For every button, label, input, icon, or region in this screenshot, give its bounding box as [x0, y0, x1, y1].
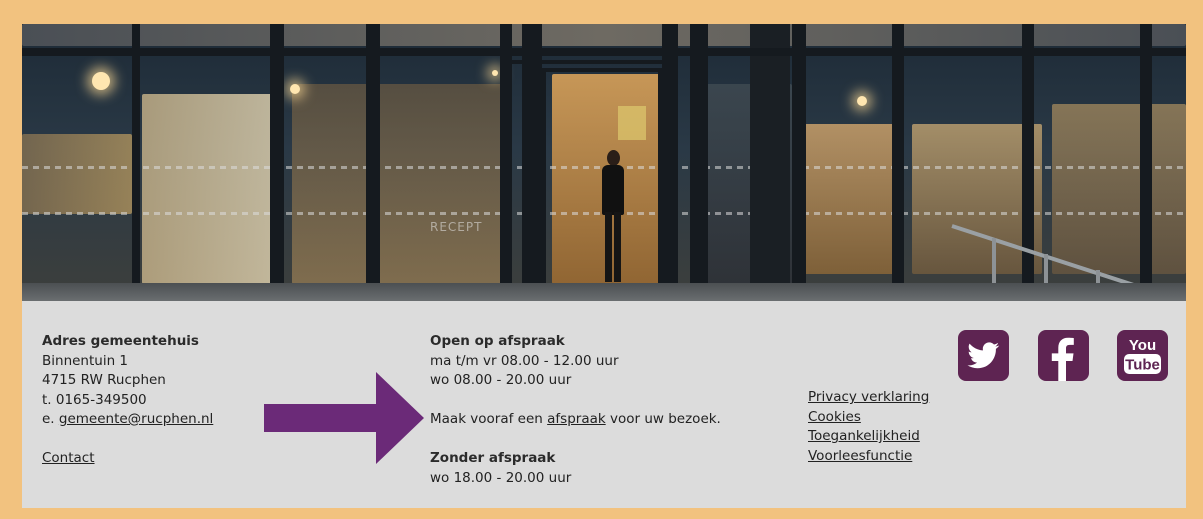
appointment-note: Maak vooraf een afspraak voor uw bezoek. [430, 410, 721, 430]
address-phone: t. 0165-349500 [42, 391, 147, 408]
appointment-link[interactable]: afspraak [547, 411, 606, 427]
address-postal: 4715 RW Rucphen [42, 372, 166, 388]
contact-link[interactable]: Contact [42, 450, 95, 466]
twitter-icon [967, 342, 1000, 369]
youtube-icon: You Tube [1124, 337, 1161, 374]
email-link[interactable]: gemeente@rucphen.nl [59, 411, 213, 427]
address-email-row: e. gemeente@rucphen.nl [42, 410, 213, 430]
appointment-title: Open op afspraak [430, 333, 565, 349]
footer-panel: RECEPT Adres gemeentehuis Binnentuin 1 4… [22, 24, 1186, 508]
accessibility-link[interactable]: Toegankelijkheid [808, 428, 920, 444]
facebook-icon [1051, 337, 1074, 381]
hours-line-2: wo 08.00 - 20.00 uur [430, 372, 572, 388]
building-photo: RECEPT [22, 24, 1186, 301]
read-aloud-link[interactable]: Voorleesfunctie [808, 448, 912, 464]
person-figure [600, 150, 626, 290]
facebook-button[interactable] [1038, 330, 1089, 381]
svg-text:Tube: Tube [1125, 357, 1160, 374]
reception-sign: RECEPT [430, 220, 483, 234]
walkin-title: Zonder afspraak [430, 450, 556, 466]
page-frame: RECEPT Adres gemeentehuis Binnentuin 1 4… [0, 0, 1203, 519]
address-street: Binnentuin 1 [42, 352, 129, 369]
arrow-right-icon [264, 372, 424, 464]
note-after: voor uw bezoek. [605, 411, 721, 427]
youtube-button[interactable]: You Tube [1117, 330, 1168, 381]
twitter-button[interactable] [958, 330, 1009, 381]
privacy-link[interactable]: Privacy verklaring [808, 389, 929, 405]
cookies-link[interactable]: Cookies [808, 409, 861, 425]
walkin-hours: wo 18.00 - 20.00 uur [430, 469, 572, 486]
email-prefix: e. [42, 411, 59, 427]
address-column: Adres gemeentehuis Binnentuin 1 4715 RW … [42, 332, 213, 469]
footer-links: Privacy verklaring Cookies Toegankelijkh… [808, 388, 929, 466]
hours-line-1: ma t/m vr 08.00 - 12.00 uur [430, 352, 619, 369]
note-before: Maak vooraf een [430, 411, 548, 427]
address-title: Adres gemeentehuis [42, 333, 199, 349]
svg-text:You: You [1129, 337, 1156, 354]
hours-column: Open op afspraak ma t/m vr 08.00 - 12.00… [430, 332, 721, 488]
